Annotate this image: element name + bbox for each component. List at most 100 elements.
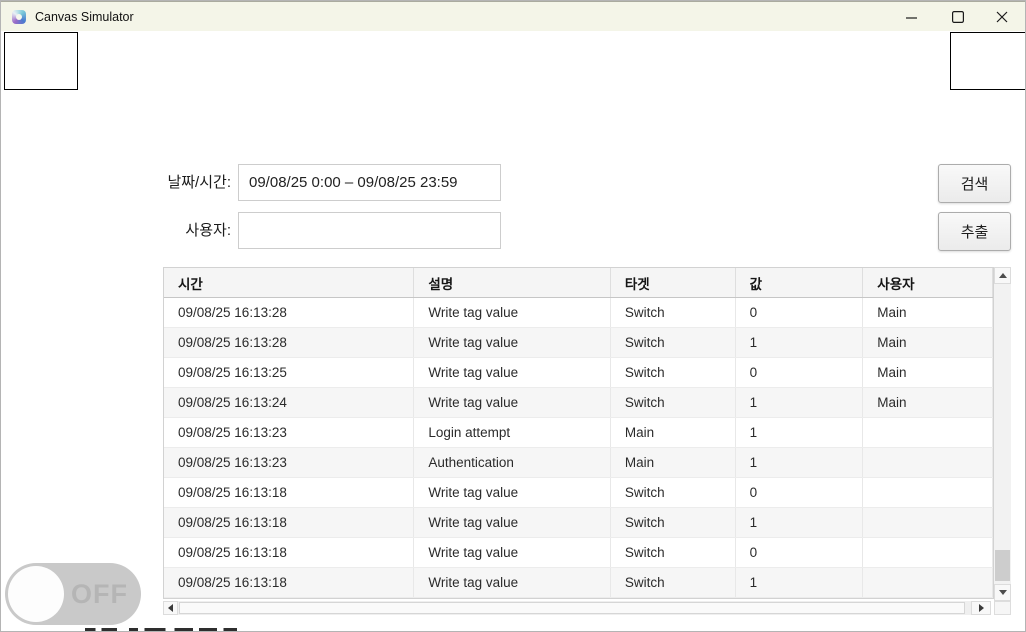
column-header[interactable]: 타겟 <box>611 268 736 297</box>
clipped-bottom-text <box>85 628 237 632</box>
scroll-up-button[interactable] <box>994 267 1011 284</box>
table-cell: Main <box>863 298 993 327</box>
table-row[interactable]: 09/08/25 16:13:23AuthenticationMain1 <box>164 448 993 478</box>
table-row[interactable]: 09/08/25 16:13:28Write tag valueSwitch0M… <box>164 298 993 328</box>
table-cell <box>863 538 993 567</box>
table-header: 시간설명타겟값사용자 <box>164 268 993 298</box>
table-cell: 09/08/25 16:13:18 <box>164 538 414 567</box>
table-cell: 1 <box>736 568 864 597</box>
column-header[interactable]: 설명 <box>414 268 611 297</box>
canvas-box-left[interactable] <box>4 32 78 90</box>
table-row[interactable]: 09/08/25 16:13:18Write tag valueSwitch1 <box>164 568 993 598</box>
table-cell: 0 <box>736 478 864 507</box>
app-icon <box>12 10 26 24</box>
table-cell <box>863 418 993 447</box>
table-cell: Switch <box>611 298 736 327</box>
title-bar: Canvas Simulator <box>1 1 1025 31</box>
log-grid: 시간설명타겟값사용자 09/08/25 16:13:28Write tag va… <box>163 267 994 599</box>
scroll-down-button[interactable] <box>994 584 1011 601</box>
horizontal-scroll-thumb[interactable] <box>179 602 965 614</box>
table-cell: Write tag value <box>414 388 611 417</box>
maximize-button[interactable] <box>935 2 981 32</box>
table-cell: Switch <box>611 478 736 507</box>
table-cell: 1 <box>736 388 864 417</box>
table-cell: 0 <box>736 538 864 567</box>
table-cell: 09/08/25 16:13:18 <box>164 508 414 537</box>
minimize-button[interactable] <box>888 2 934 32</box>
table-cell: 09/08/25 16:13:25 <box>164 358 414 387</box>
column-header[interactable]: 값 <box>736 268 864 297</box>
log-table: 시간설명타겟값사용자 09/08/25 16:13:28Write tag va… <box>163 267 1011 615</box>
column-header[interactable]: 시간 <box>164 268 414 297</box>
toggle-knob[interactable] <box>8 566 64 622</box>
table-cell: 09/08/25 16:13:18 <box>164 478 414 507</box>
table-cell: Switch <box>611 328 736 357</box>
table-cell: Write tag value <box>414 508 611 537</box>
table-cell: Main <box>863 328 993 357</box>
table-cell <box>863 478 993 507</box>
canvas-box-right[interactable] <box>950 32 1026 90</box>
arrow-left-icon <box>168 604 173 612</box>
table-row[interactable]: 09/08/25 16:13:24Write tag valueSwitch1M… <box>164 388 993 418</box>
table-cell <box>863 568 993 597</box>
scrollbar-corner <box>994 601 1011 615</box>
app-window: Canvas Simulator 날짜/시간: 사용자: 검색 추출 시간설명타… <box>0 0 1026 632</box>
table-row[interactable]: 09/08/25 16:13:18Write tag valueSwitch0 <box>164 478 993 508</box>
table-cell: Main <box>863 388 993 417</box>
vertical-scrollbar[interactable] <box>994 267 1011 601</box>
table-cell: 09/08/25 16:13:18 <box>164 568 414 597</box>
maximize-icon <box>952 11 964 23</box>
arrow-down-icon <box>999 590 1007 595</box>
table-row[interactable]: 09/08/25 16:13:18Write tag valueSwitch1 <box>164 508 993 538</box>
extract-button[interactable]: 추출 <box>938 212 1011 251</box>
table-cell: Login attempt <box>414 418 611 447</box>
scroll-right-button[interactable] <box>971 601 991 615</box>
table-cell <box>863 448 993 477</box>
table-cell: Write tag value <box>414 538 611 567</box>
table-cell: 09/08/25 16:13:28 <box>164 328 414 357</box>
table-cell: Main <box>863 358 993 387</box>
table-cell: Write tag value <box>414 358 611 387</box>
table-cell: 0 <box>736 298 864 327</box>
table-cell: Switch <box>611 508 736 537</box>
datetime-range-input[interactable] <box>238 164 501 201</box>
minimize-icon <box>906 12 917 23</box>
table-cell: Switch <box>611 358 736 387</box>
table-row[interactable]: 09/08/25 16:13:28Write tag valueSwitch1M… <box>164 328 993 358</box>
table-cell: 0 <box>736 358 864 387</box>
table-cell: 09/08/25 16:13:23 <box>164 418 414 447</box>
datetime-label: 날짜/시간: <box>101 164 231 201</box>
table-cell: 1 <box>736 448 864 477</box>
search-button[interactable]: 검색 <box>938 164 1011 203</box>
user-input[interactable] <box>238 212 501 249</box>
table-cell: Main <box>611 418 736 447</box>
horizontal-scrollbar[interactable] <box>163 601 991 615</box>
close-icon <box>996 11 1008 23</box>
power-toggle[interactable]: OFF <box>5 563 141 625</box>
table-cell <box>863 508 993 537</box>
toggle-state-label: OFF <box>71 579 128 610</box>
arrow-up-icon <box>999 273 1007 278</box>
table-cell: Main <box>611 448 736 477</box>
table-cell: 1 <box>736 418 864 447</box>
table-cell: Switch <box>611 388 736 417</box>
table-row[interactable]: 09/08/25 16:13:18Write tag valueSwitch0 <box>164 538 993 568</box>
table-cell: 1 <box>736 508 864 537</box>
table-row[interactable]: 09/08/25 16:13:25Write tag valueSwitch0M… <box>164 358 993 388</box>
scroll-left-button[interactable] <box>163 601 178 615</box>
vertical-scroll-thumb[interactable] <box>995 550 1010 581</box>
arrow-right-icon <box>979 604 984 612</box>
table-cell: 09/08/25 16:13:23 <box>164 448 414 477</box>
close-button[interactable] <box>979 2 1025 32</box>
table-row[interactable]: 09/08/25 16:13:23Login attemptMain1 <box>164 418 993 448</box>
user-label: 사용자: <box>101 212 231 249</box>
table-cell: Switch <box>611 568 736 597</box>
window-title: Canvas Simulator <box>35 2 134 32</box>
table-cell: Write tag value <box>414 328 611 357</box>
table-body: 09/08/25 16:13:28Write tag valueSwitch0M… <box>164 298 993 598</box>
table-cell: Authentication <box>414 448 611 477</box>
table-cell: Write tag value <box>414 568 611 597</box>
table-cell: 09/08/25 16:13:24 <box>164 388 414 417</box>
column-header[interactable]: 사용자 <box>863 268 993 297</box>
table-cell: 1 <box>736 328 864 357</box>
